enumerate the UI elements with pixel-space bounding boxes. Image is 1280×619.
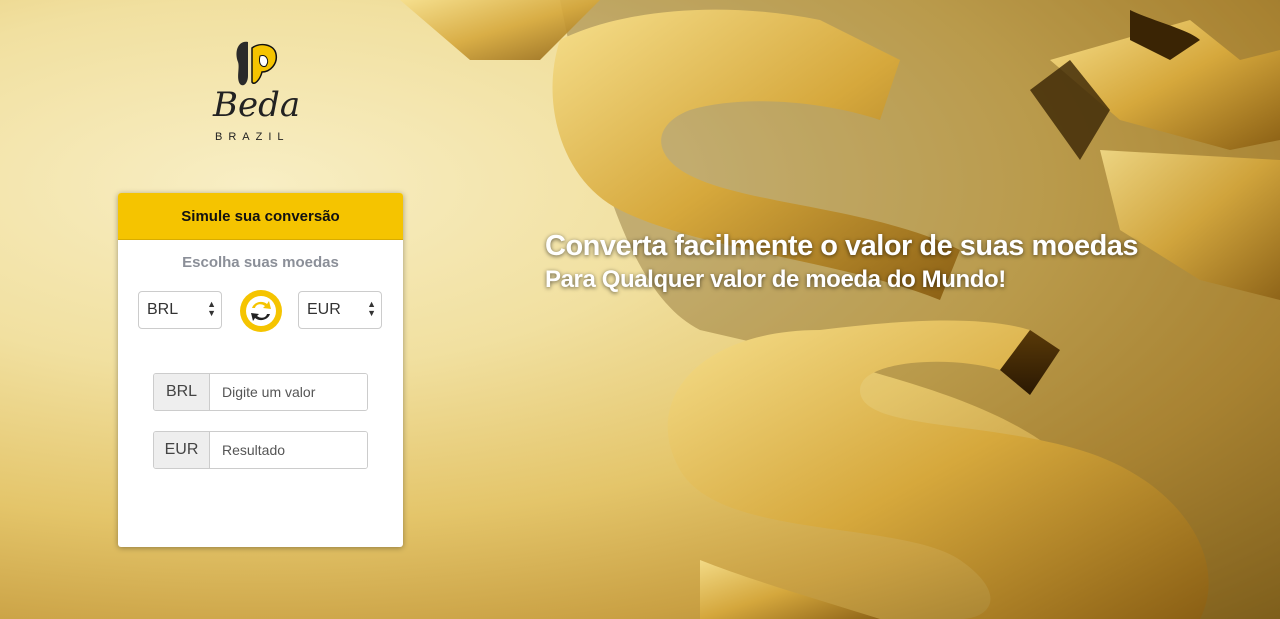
result-currency-addon: EUR — [154, 432, 210, 468]
converter-card: Simule sua conversão Escolha suas moedas… — [118, 193, 403, 547]
to-currency-select[interactable]: EUR ▲ ▼ — [298, 291, 382, 329]
from-currency-value: BRL — [147, 301, 179, 318]
amount-currency-addon: BRL — [154, 374, 210, 410]
select-arrows-icon: ▲ ▼ — [207, 299, 216, 318]
from-currency-select[interactable]: BRL ▲ ▼ — [138, 291, 222, 329]
amount-input[interactable] — [210, 374, 367, 410]
swap-arrows-icon — [246, 296, 276, 326]
amount-input-group: BRL — [153, 373, 368, 411]
currency-selectors: BRL ▲ ▼ EUR ▲ ▼ — [138, 290, 383, 332]
swap-currencies-button[interactable] — [240, 290, 282, 332]
hero-text: Converta facilmente o valor de suas moed… — [545, 228, 1245, 296]
to-currency-value: EUR — [307, 301, 341, 318]
converter-subtitle: Escolha suas moedas — [182, 254, 339, 271]
brand-tagline: BRAZIL — [215, 131, 290, 143]
converter-title: Simule sua conversão — [118, 193, 403, 240]
hero-headline: Converta facilmente o valor de suas moed… — [545, 230, 1139, 262]
result-input[interactable] — [210, 432, 367, 468]
hero-subheadline: Para Qualquer valor de moeda do Mundo! — [545, 266, 1006, 293]
result-input-group: EUR — [153, 431, 368, 469]
brand-name: Beda — [213, 85, 301, 125]
select-arrows-icon: ▲ ▼ — [367, 299, 376, 318]
